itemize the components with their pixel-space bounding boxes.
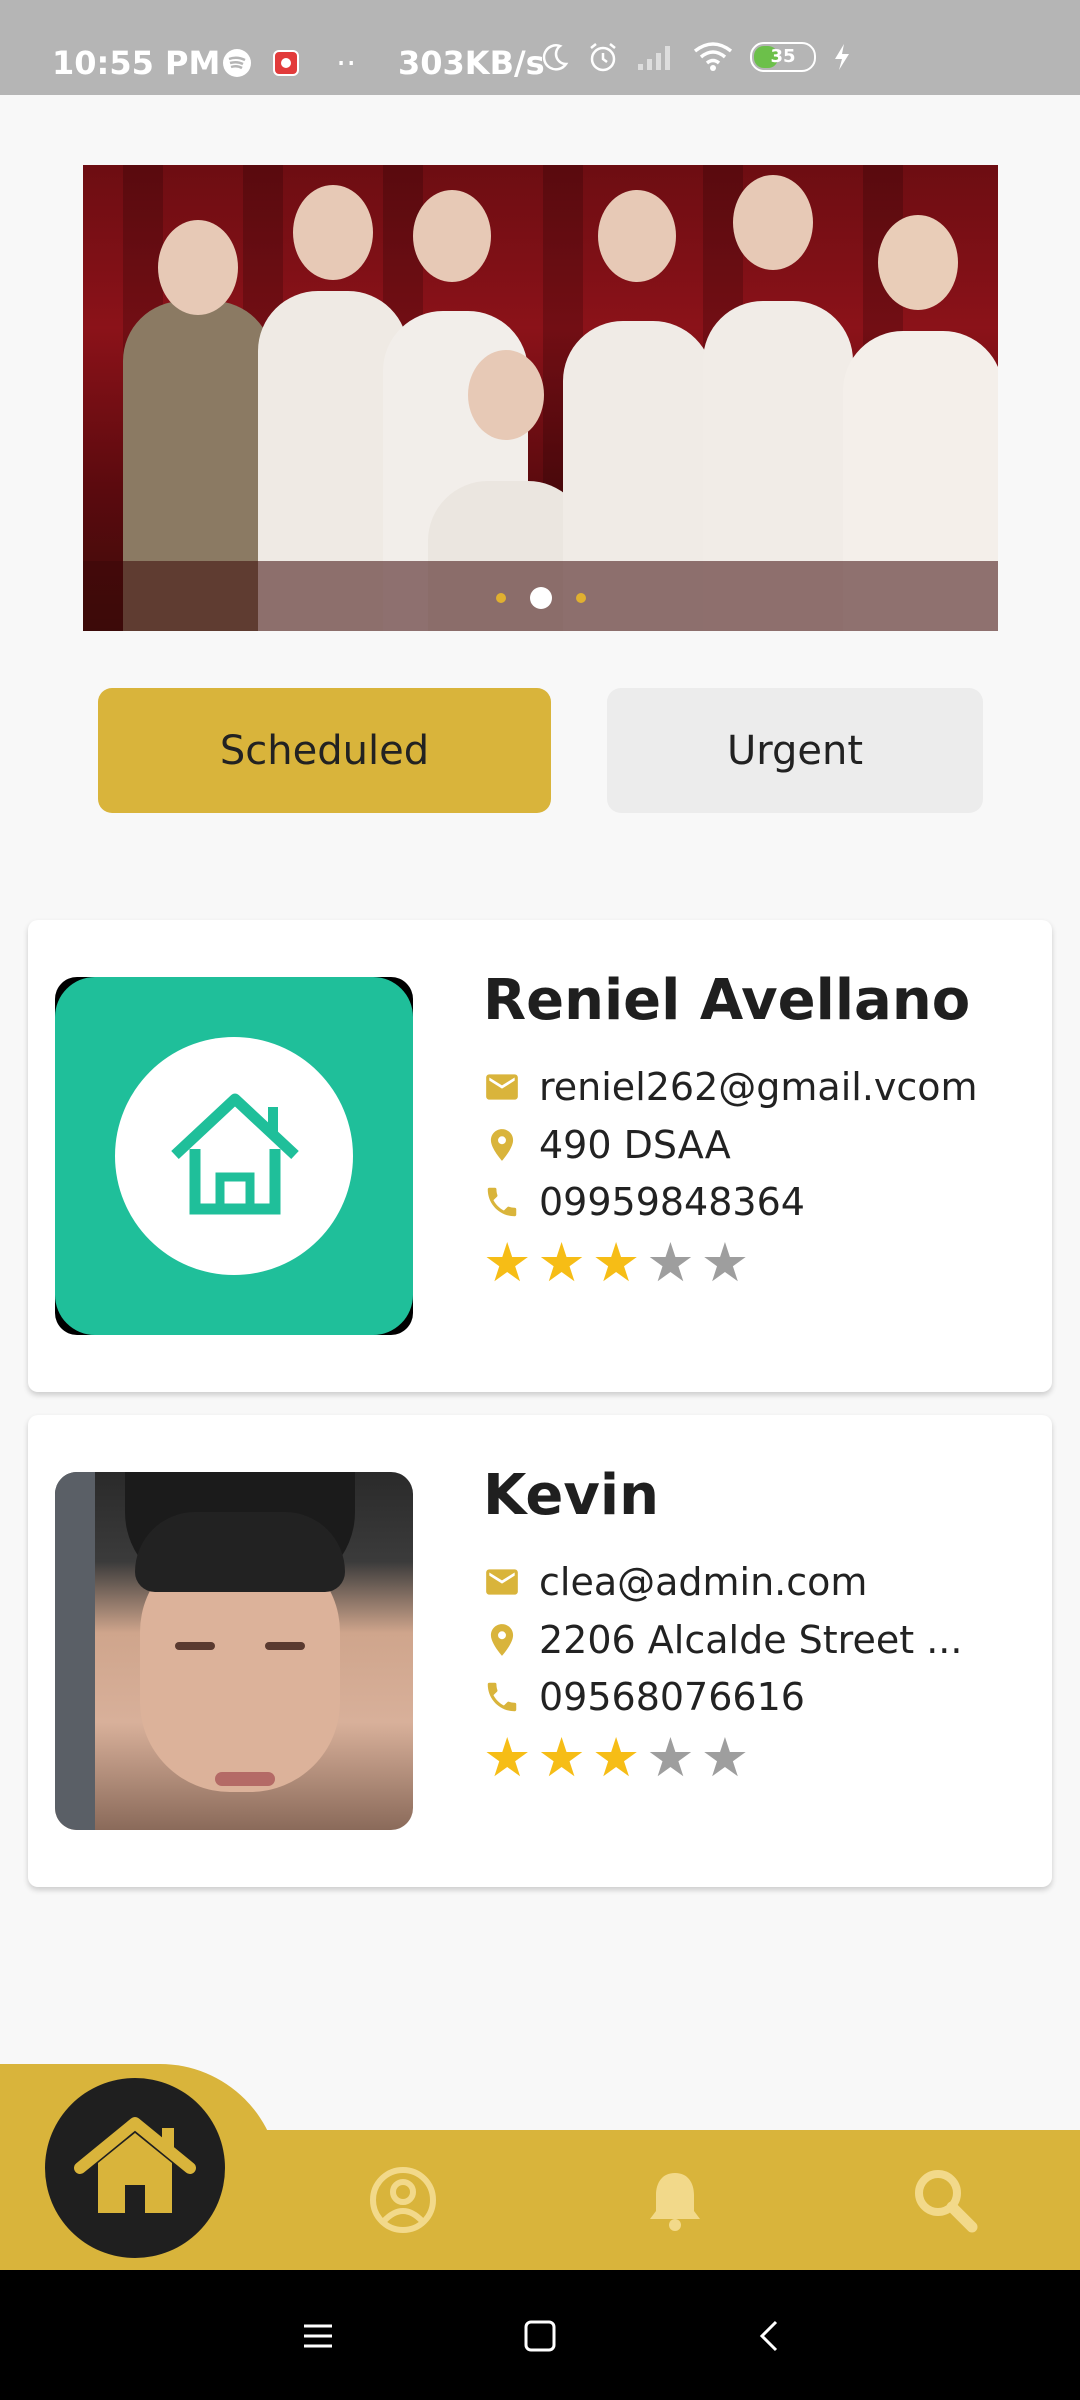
email-icon (486, 1074, 518, 1100)
carousel-dot[interactable] (495, 593, 506, 603)
phone-icon (487, 1187, 517, 1217)
back-icon[interactable] (752, 2318, 788, 2354)
star-filled-icon: ★ (537, 1233, 586, 1293)
star-filled-icon: ★ (537, 1728, 586, 1788)
profile-icon[interactable] (368, 2165, 438, 2235)
more-dots-icon: ·· (336, 44, 357, 82)
star-filled-icon: ★ (591, 1233, 641, 1293)
tab-scheduled[interactable]: Scheduled (98, 688, 551, 813)
network-speed: 303KB/s (398, 44, 545, 82)
provider-phone: 09959848364 (539, 1180, 805, 1224)
provider-phone: 09568076616 (539, 1675, 805, 1719)
spotify-icon (223, 49, 251, 77)
status-time: 10:55 PM (52, 44, 221, 82)
avatar (55, 977, 413, 1335)
provider-address: 490 DSAA (539, 1123, 731, 1167)
provider-email: clea@admin.com (539, 1560, 868, 1604)
location-pin-icon (490, 1624, 514, 1656)
provider-name: Kevin (483, 1463, 659, 1528)
star-empty-icon: ★ (700, 1728, 750, 1788)
banner-carousel[interactable] (83, 165, 998, 631)
rating-stars: ★ ★ ★ ★ ★ (483, 1731, 749, 1785)
email-icon (486, 1569, 518, 1595)
alarm-icon (590, 43, 616, 72)
tab-urgent[interactable]: Urgent (607, 688, 983, 813)
star-filled-icon: ★ (483, 1728, 532, 1788)
location-pin-icon (490, 1129, 514, 1161)
star-empty-icon: ★ (700, 1233, 750, 1293)
star-filled-icon: ★ (483, 1233, 532, 1293)
rating-stars: ★ ★ ★ ★ ★ (483, 1236, 749, 1290)
moon-icon (542, 44, 569, 71)
home-app-logo-icon (171, 1093, 299, 1215)
avatar (55, 1472, 413, 1830)
carousel-dot-active[interactable] (529, 587, 552, 609)
provider-card[interactable]: Kevin clea@admin.com 2206 Alcalde Street… (28, 1415, 1052, 1887)
provider-name: Reniel Avellano (483, 968, 971, 1033)
status-bar: 10:55 PM ·· 303KB/s 35 (0, 0, 1080, 95)
wifi-icon (693, 42, 733, 71)
search-icon[interactable] (910, 2165, 980, 2235)
charging-icon (835, 44, 849, 70)
star-filled-icon: ★ (591, 1728, 641, 1788)
home-square-icon[interactable] (522, 2318, 558, 2354)
provider-email: reniel262@gmail.vcom (539, 1065, 978, 1109)
carousel-dot[interactable] (575, 593, 586, 603)
star-empty-icon: ★ (646, 1233, 695, 1293)
provider-address: 2206 Alcalde Street ... (539, 1618, 963, 1662)
phone-icon (487, 1682, 517, 1712)
battery-icon: 35 (750, 42, 816, 72)
bell-icon[interactable] (640, 2165, 710, 2235)
menu-icon[interactable] (300, 2318, 336, 2354)
nav-home-button[interactable] (45, 2078, 225, 2258)
home-icon (74, 2117, 196, 2213)
app-notification-icon (273, 50, 299, 76)
carousel-indicator[interactable] (83, 587, 998, 609)
provider-card[interactable]: Reniel Avellano reniel262@gmail.vcom 490… (28, 920, 1052, 1392)
star-empty-icon: ★ (646, 1728, 695, 1788)
signal-icon (638, 46, 670, 70)
